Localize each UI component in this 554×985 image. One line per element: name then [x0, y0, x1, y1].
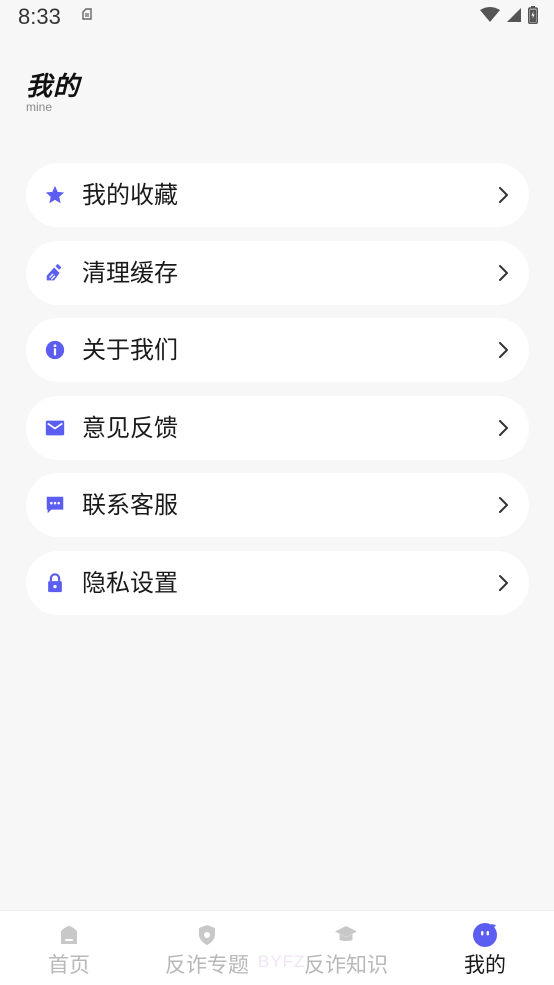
nav-tab-home[interactable]: 首页: [0, 911, 138, 985]
nav-label: 反诈专题: [165, 953, 249, 977]
watermark: BYFZ: [258, 952, 306, 971]
chevron-right-icon: [499, 574, 508, 591]
notification-icon: [82, 8, 92, 20]
battery-icon: [528, 6, 538, 24]
status-icons: [480, 6, 538, 24]
nav-label: 首页: [48, 953, 90, 977]
chat-icon: [44, 494, 66, 516]
menu-item-label: 隐私设置: [82, 568, 178, 597]
nav-tab-anti-fraud-topics[interactable]: 反诈专题: [138, 911, 276, 985]
nav-label: 我的: [464, 953, 506, 977]
page-title: 我的: [26, 72, 81, 102]
lock-icon: [44, 572, 66, 594]
chevron-right-icon: [499, 497, 508, 513]
profile-icon: [473, 923, 497, 947]
status-time: 8:33: [18, 4, 61, 29]
chevron-right-icon: [499, 264, 508, 281]
menu-item-feedback[interactable]: 意见反馈: [26, 395, 529, 460]
menu-item-label: 意见反馈: [82, 413, 178, 442]
bottom-nav: 首页 反诈专题 反诈知识 我的: [0, 910, 554, 985]
cell-signal-icon: [507, 8, 521, 22]
chevron-right-icon: [499, 419, 508, 436]
menu-item-label: 联系客服: [82, 491, 178, 519]
nav-tab-anti-fraud-knowledge[interactable]: 反诈知识: [277, 911, 415, 985]
menu-item-label: 关于我们: [82, 336, 178, 364]
settings-menu: 我的收藏 清理缓存 关于我们 意见反馈 联系客服 隐私设置: [26, 163, 529, 628]
chevron-right-icon: [499, 342, 508, 358]
menu-item-favorites[interactable]: 我的收藏: [26, 163, 529, 227]
menu-item-clear-cache[interactable]: 清理缓存: [26, 240, 529, 305]
home-icon: [61, 926, 77, 944]
nav-tab-mine[interactable]: 我的: [416, 911, 554, 985]
info-icon: [44, 339, 66, 361]
menu-item-privacy-settings[interactable]: 隐私设置: [26, 550, 529, 615]
star-icon: [44, 184, 66, 206]
broom-icon: [44, 262, 66, 284]
page-subtitle: mine: [26, 100, 53, 114]
menu-item-customer-service[interactable]: 联系客服: [26, 473, 529, 537]
menu-item-about-us[interactable]: 关于我们: [26, 318, 529, 382]
status-bar: 8:33: [0, 0, 554, 32]
graduation-cap-icon: [335, 926, 357, 941]
mail-icon: [44, 417, 66, 439]
menu-item-label: 清理缓存: [82, 258, 178, 287]
wifi-icon: [480, 7, 500, 22]
shield-icon: [199, 925, 215, 945]
menu-item-label: 我的收藏: [82, 181, 178, 209]
chevron-right-icon: [499, 187, 508, 203]
